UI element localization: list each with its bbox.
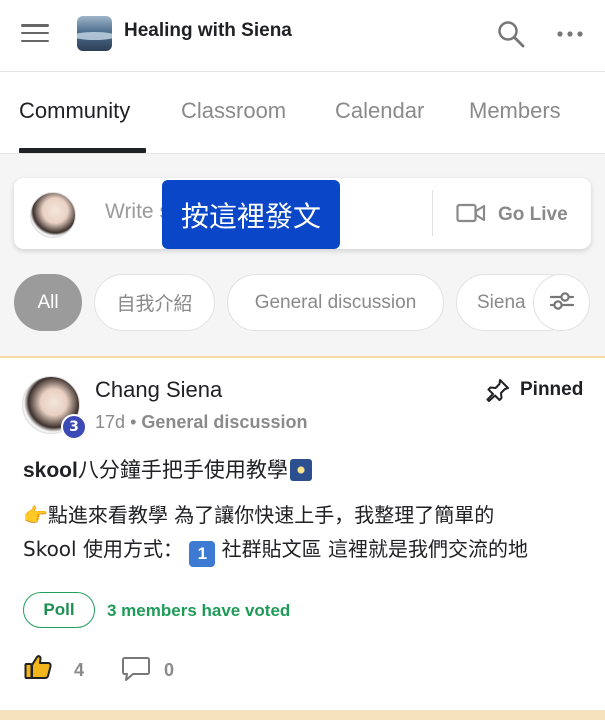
- avatar: [30, 192, 76, 238]
- category-filters: All 自我介紹 General discussion Siena: [0, 272, 605, 334]
- go-live-label: Go Live: [498, 204, 568, 225]
- tab-members[interactable]: Members: [469, 98, 561, 124]
- video-camera-icon: [456, 202, 486, 228]
- comment-button[interactable]: [121, 656, 151, 686]
- next-post-edge: [0, 710, 605, 720]
- sliders-icon: [549, 289, 575, 317]
- number-one-icon: 1: [189, 541, 216, 567]
- search-icon[interactable]: [496, 19, 526, 49]
- group-name[interactable]: Healing with Siena: [124, 20, 292, 42]
- poll-votes-text[interactable]: 3 members have voted: [107, 601, 290, 621]
- chip-all[interactable]: All: [14, 274, 82, 331]
- body-line-2b: 社群貼文區 這裡就是我們交流的地: [215, 537, 529, 561]
- divider: [432, 190, 433, 236]
- post-title-text: 八分鐘手把手使用教學: [77, 458, 288, 482]
- nav-tabs: Community Classroom Calendar Members: [0, 72, 605, 154]
- hamburger-menu-icon[interactable]: [20, 22, 50, 44]
- chip-general-discussion[interactable]: General discussion: [227, 274, 444, 331]
- like-button[interactable]: [24, 654, 52, 684]
- post-meta: 17d • General discussion: [95, 412, 307, 433]
- go-live-button[interactable]: Go Live: [456, 202, 568, 228]
- like-count: 4: [74, 660, 85, 680]
- meta-separator: •: [130, 412, 137, 432]
- post-card[interactable]: 3 Chang Siena 17d • General discussion P…: [0, 356, 605, 710]
- top-bar: Healing with Siena: [0, 0, 605, 72]
- pointing-hand-icon: 👉: [23, 503, 48, 527]
- sparkle-emoji-icon: [289, 459, 312, 481]
- post-composer[interactable]: Write s 按這裡發文 Go Live: [14, 178, 591, 249]
- pinned-badge: Pinned: [486, 378, 583, 402]
- filter-settings-button[interactable]: [533, 274, 590, 331]
- tab-classroom[interactable]: Classroom: [181, 98, 286, 124]
- comment-bubble-icon: [121, 657, 151, 686]
- post-title-brand: skool: [23, 459, 78, 482]
- group-logo[interactable]: [77, 16, 112, 51]
- post-age: 17d: [95, 412, 126, 432]
- post-body[interactable]: 👉點進來看教學 為了讓你快速上手，我整理了簡單的 Skool 使用方式： 1 社…: [23, 498, 593, 567]
- active-tab-indicator: [19, 148, 146, 153]
- body-line-1: 點進來看教學 為了讓你快速上手，我整理了簡單的: [47, 503, 495, 527]
- tab-community[interactable]: Community: [19, 98, 130, 124]
- thumbs-up-icon: [24, 654, 52, 684]
- tab-calendar[interactable]: Calendar: [335, 98, 424, 124]
- pin-icon: [486, 378, 510, 402]
- post-category[interactable]: General discussion: [141, 412, 307, 432]
- poll-badge[interactable]: Poll: [23, 592, 95, 628]
- more-icon[interactable]: [556, 24, 584, 44]
- body-line-2a: Skool 使用方式：: [23, 537, 183, 561]
- overlay-tip-label: 按這裡發文: [162, 180, 340, 249]
- level-badge: 3: [61, 414, 87, 440]
- write-post-input[interactable]: Write s: [105, 200, 170, 224]
- author-name[interactable]: Chang Siena: [95, 377, 222, 403]
- chip-intro[interactable]: 自我介紹: [94, 274, 215, 331]
- post-title[interactable]: skool八分鐘手把手使用教學: [23, 454, 312, 484]
- comment-count: 0: [164, 660, 175, 680]
- pinned-label: Pinned: [520, 379, 584, 400]
